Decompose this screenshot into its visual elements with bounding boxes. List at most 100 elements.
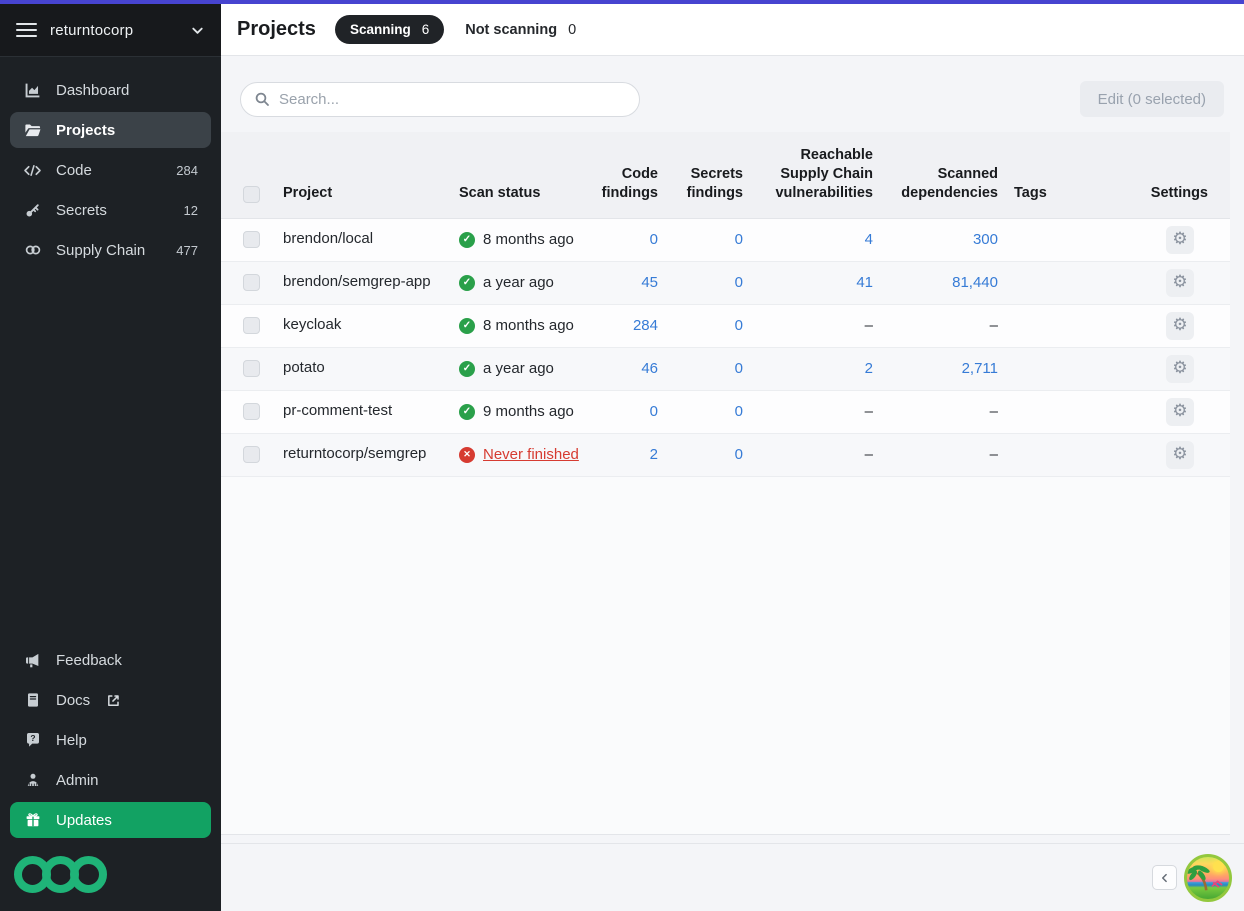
project-name-cell: pr-comment-test xyxy=(275,390,451,433)
project-name[interactable]: potato xyxy=(283,359,325,376)
scanned-dependencies-link[interactable]: 2,711 xyxy=(962,360,998,377)
collapse-panel-button[interactable] xyxy=(1152,865,1177,890)
checkbox-cell xyxy=(221,433,275,476)
scanned-dependencies-link[interactable]: 81,440 xyxy=(952,274,998,291)
row-checkbox[interactable] xyxy=(243,317,260,334)
code-findings-link[interactable]: 46 xyxy=(641,360,658,377)
secrets-findings-cell: 0 xyxy=(666,218,751,261)
reachable-vulnerabilities-cell: 2 xyxy=(751,347,881,390)
scan-status: ✓8 months ago xyxy=(459,317,583,334)
tropical-island-avatar[interactable] xyxy=(1184,854,1232,902)
code-findings-link[interactable]: 0 xyxy=(650,231,658,248)
secrets-findings-link[interactable]: 0 xyxy=(735,446,743,463)
project-settings-button[interactable]: ⚙ xyxy=(1166,355,1194,383)
sidebar-item-help[interactable]: ?Help xyxy=(10,722,211,758)
row-checkbox[interactable] xyxy=(243,274,260,291)
project-settings-button[interactable]: ⚙ xyxy=(1166,269,1194,297)
select-all-checkbox[interactable] xyxy=(243,186,260,203)
table-row: returntocorp/semgrep✕Never finished20––⚙ xyxy=(221,433,1230,476)
settings-cell: ⚙ xyxy=(1121,218,1230,261)
secrets-findings-link[interactable]: 0 xyxy=(735,360,743,377)
secrets-findings-link[interactable]: 0 xyxy=(735,403,743,420)
project-settings-button[interactable]: ⚙ xyxy=(1166,398,1194,426)
row-checkbox[interactable] xyxy=(243,446,260,463)
sidebar-item-label: Help xyxy=(56,732,87,749)
project-settings-button[interactable]: ⚙ xyxy=(1166,441,1194,469)
project-name[interactable]: returntocorp/semgrep xyxy=(283,445,426,462)
check-circle-icon: ✓ xyxy=(459,404,475,420)
sidebar-item-label: Updates xyxy=(56,812,112,829)
column-header-secrets: Secrets findings xyxy=(666,132,751,218)
gift-icon xyxy=(23,812,42,828)
org-selector[interactable]: returntocorp xyxy=(0,4,221,57)
code-findings-link[interactable]: 45 xyxy=(641,274,658,291)
scan-status: ✓8 months ago xyxy=(459,231,583,248)
sidebar-item-updates[interactable]: Updates xyxy=(10,802,211,838)
sidebar-item-feedback[interactable]: Feedback xyxy=(10,642,211,678)
column-header-deps: Scanned dependencies xyxy=(881,132,1006,218)
scanning-count: 6 xyxy=(422,22,430,37)
scan-status-cell: ✓8 months ago xyxy=(451,304,591,347)
edit-selected-button[interactable]: Edit (0 selected) xyxy=(1080,81,1224,117)
column-header-reachable: Reachable Supply Chain vulnerabilities xyxy=(751,132,881,218)
project-settings-button[interactable]: ⚙ xyxy=(1166,226,1194,254)
project-name[interactable]: brendon/semgrep-app xyxy=(283,273,431,290)
admin-icon xyxy=(23,772,42,788)
sidebar-item-label: Dashboard xyxy=(56,82,129,99)
project-name[interactable]: keycloak xyxy=(283,316,341,333)
column-header-checkbox xyxy=(221,132,275,218)
project-name-cell: brendon/local xyxy=(275,218,451,261)
code-findings-link[interactable]: 2 xyxy=(650,446,658,463)
reachable-vulnerabilities-link[interactable]: 2 xyxy=(865,360,873,377)
sidebar-item-secrets[interactable]: Secrets12 xyxy=(10,192,211,228)
row-checkbox[interactable] xyxy=(243,231,260,248)
sidebar-item-admin[interactable]: Admin xyxy=(10,762,211,798)
sidebar-item-label: Projects xyxy=(56,122,115,139)
scan-status: ✓a year ago xyxy=(459,360,583,377)
sidebar-item-dashboard[interactable]: Dashboard xyxy=(10,72,211,108)
sidebar-item-docs[interactable]: Docs xyxy=(10,682,211,718)
scanned-dependencies-empty: – xyxy=(990,446,998,463)
row-checkbox[interactable] xyxy=(243,360,260,377)
sidebar-nav: Dashboard Projects Code 284 Secrets12 Supply … xyxy=(0,57,221,272)
gear-icon: ⚙ xyxy=(1172,446,1187,463)
code-findings-link[interactable]: 0 xyxy=(650,403,658,420)
project-settings-button[interactable]: ⚙ xyxy=(1166,312,1194,340)
code-findings-cell: 0 xyxy=(591,218,666,261)
sidebar-item-supply-chain[interactable]: Supply Chain477 xyxy=(10,232,211,268)
secrets-findings-link[interactable]: 0 xyxy=(735,231,743,248)
scanned-dependencies-empty: – xyxy=(990,403,998,420)
book-icon xyxy=(23,692,42,708)
settings-cell: ⚙ xyxy=(1121,433,1230,476)
check-circle-icon: ✓ xyxy=(459,318,475,334)
sidebar-item-code[interactable]: Code 284 xyxy=(10,152,211,188)
sidebar-item-label: Docs xyxy=(56,692,90,709)
tags-cell xyxy=(1006,433,1121,476)
table-row: pr-comment-test✓9 months ago00––⚙ xyxy=(221,390,1230,433)
scanning-label: Scanning xyxy=(350,22,411,37)
scan-status-label[interactable]: Never finished xyxy=(483,446,579,463)
sidebar-item-badge: 284 xyxy=(176,163,198,178)
code-findings-link[interactable]: 284 xyxy=(633,317,658,334)
scan-status-label: a year ago xyxy=(483,274,554,291)
row-checkbox[interactable] xyxy=(243,403,260,420)
sidebar-item-projects[interactable]: Projects xyxy=(10,112,211,148)
scanned-dependencies-link[interactable]: 300 xyxy=(973,231,998,248)
project-name[interactable]: brendon/local xyxy=(283,230,373,247)
hamburger-menu-icon[interactable] xyxy=(16,21,37,39)
toolbar: Edit (0 selected) xyxy=(240,81,1224,117)
reachable-vulnerabilities-link[interactable]: 41 xyxy=(856,274,873,291)
project-name[interactable]: pr-comment-test xyxy=(283,402,392,419)
secrets-findings-link[interactable]: 0 xyxy=(735,274,743,291)
tags-cell xyxy=(1006,304,1121,347)
reachable-vulnerabilities-link[interactable]: 4 xyxy=(865,231,873,248)
chevron-down-icon xyxy=(190,23,205,38)
check-circle-icon: ✓ xyxy=(459,275,475,291)
sidebar-item-label: Code xyxy=(56,162,92,179)
secrets-findings-link[interactable]: 0 xyxy=(735,317,743,334)
checkbox-cell xyxy=(221,304,275,347)
search-input[interactable] xyxy=(279,91,626,108)
tags-cell xyxy=(1006,218,1121,261)
not-scanning-filter[interactable]: Not scanning 0 xyxy=(465,22,576,38)
scanning-filter-pill[interactable]: Scanning 6 xyxy=(335,15,444,44)
